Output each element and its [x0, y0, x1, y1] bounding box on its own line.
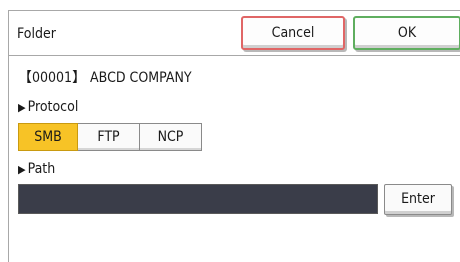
- title-bar: Folder Cancel OK: [8, 10, 460, 56]
- path-field[interactable]: [18, 184, 378, 214]
- protocol-ftp-button[interactable]: FTP: [78, 123, 140, 151]
- protocol-ncp-button[interactable]: NCP: [140, 123, 202, 151]
- cancel-button[interactable]: Cancel: [241, 16, 345, 50]
- triangle-right-icon: ▶: [18, 163, 26, 176]
- destination-label: 【00001】 ABCD COMPANY: [18, 70, 192, 86]
- protocol-smb-button[interactable]: SMB: [18, 123, 78, 151]
- path-heading-text: Path: [27, 161, 56, 177]
- page-title: Folder: [17, 26, 56, 42]
- protocol-heading-text: Protocol: [27, 99, 79, 115]
- ok-button[interactable]: OK: [353, 16, 460, 50]
- triangle-right-icon: ▶: [18, 101, 26, 114]
- protocol-selector: SMB FTP NCP: [18, 123, 202, 151]
- path-heading: ▶ Path: [18, 161, 55, 177]
- enter-button[interactable]: Enter: [384, 184, 452, 215]
- panel-divider: [8, 56, 9, 262]
- protocol-heading: ▶ Protocol: [18, 99, 78, 115]
